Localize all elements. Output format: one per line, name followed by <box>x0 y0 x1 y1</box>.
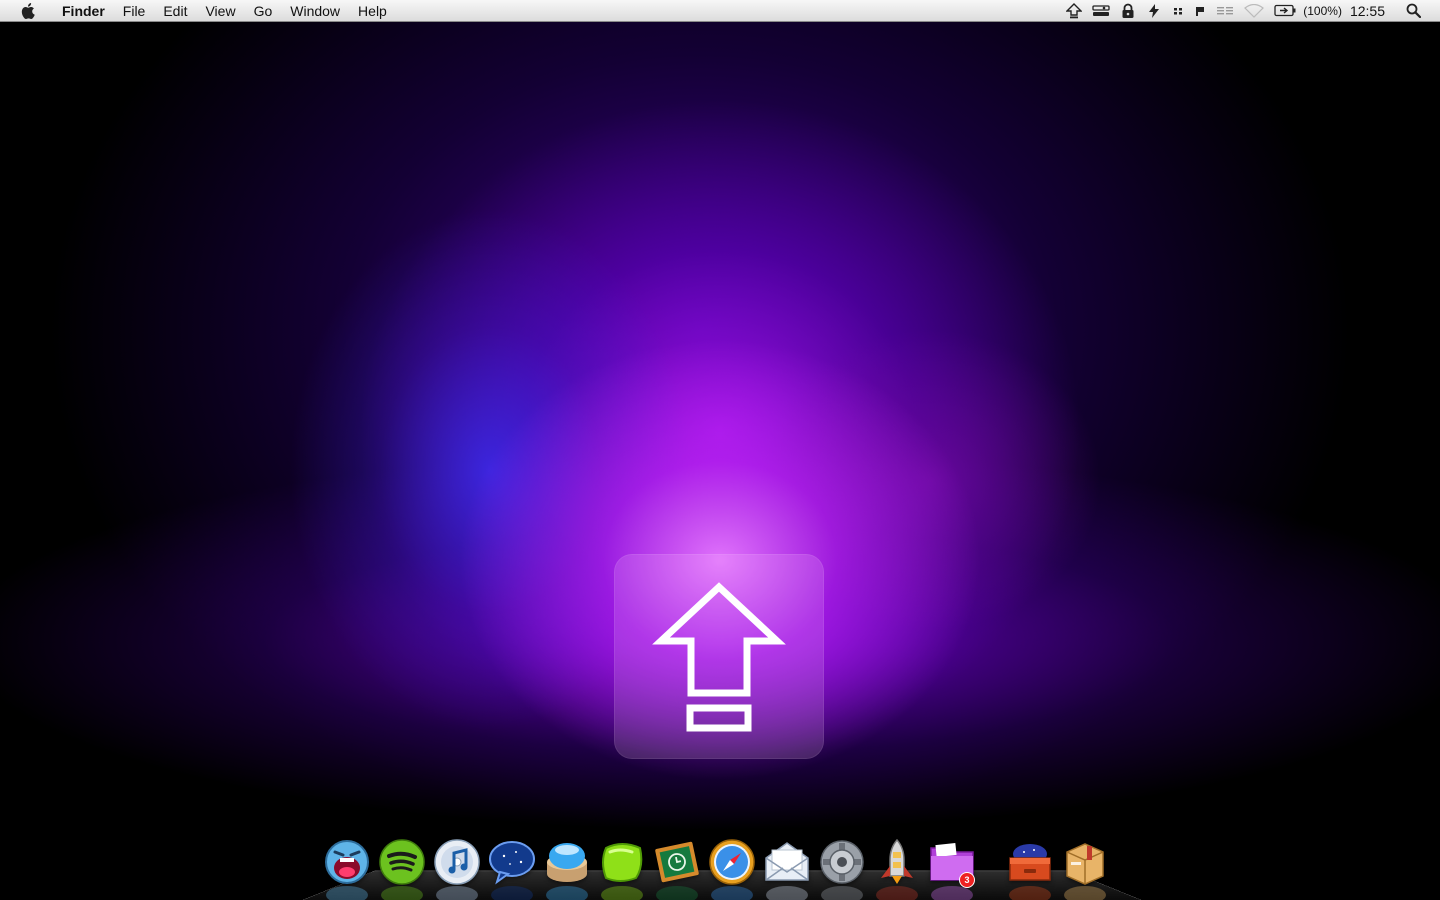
lime-icon <box>602 843 643 882</box>
dock-app-chalkboard-clock[interactable] <box>652 836 702 900</box>
toggle-switch-icon[interactable] <box>1092 0 1110 22</box>
status-area: (100%) 12:55 <box>1061 0 1440 22</box>
package-icon <box>1066 843 1104 885</box>
battery-percent: (100%) <box>1303 3 1342 18</box>
dock-app-purple-folder[interactable]: 3 <box>927 836 977 900</box>
screaming-face-icon <box>325 840 369 884</box>
flag-icon[interactable] <box>1194 0 1206 22</box>
itunes-icon <box>434 839 480 885</box>
upload-overlay <box>614 554 824 759</box>
menu-go[interactable]: Go <box>245 0 282 22</box>
spotify-icon <box>379 839 425 885</box>
compass-icon <box>709 839 755 885</box>
dock-app-screaming-face[interactable] <box>322 836 372 900</box>
dock: 3 <box>322 828 1115 900</box>
grid-icon[interactable] <box>1172 0 1184 22</box>
sync-icon[interactable] <box>1146 0 1162 22</box>
upload-icon[interactable] <box>1066 0 1083 22</box>
dock-app-stack-box[interactable] <box>1005 836 1055 900</box>
dock-app-blue-button[interactable] <box>542 836 592 900</box>
menu-file[interactable]: File <box>114 0 155 22</box>
dock-app-chat[interactable] <box>487 836 537 900</box>
menu-edit[interactable]: Edit <box>154 0 196 22</box>
dock-app-system-preferences[interactable] <box>817 836 867 900</box>
chat-bubble-icon <box>489 841 535 885</box>
menu-bar: Finder File Edit View Go Window Help (10… <box>0 0 1440 22</box>
dock-app-safari[interactable] <box>707 836 757 900</box>
envelope-icon <box>765 842 809 881</box>
menu-clock[interactable]: 12:55 <box>1350 3 1385 19</box>
dock-app-mail[interactable] <box>762 836 812 900</box>
dock-app-package[interactable] <box>1060 836 1110 900</box>
apple-menu-icon[interactable] <box>19 2 39 20</box>
upload-arrow-icon <box>652 582 786 732</box>
chalkboard-clock-icon <box>655 841 699 883</box>
menu-help[interactable]: Help <box>349 0 396 22</box>
menu-app-finder[interactable]: Finder <box>53 0 114 22</box>
dock-app-lime[interactable] <box>597 836 647 900</box>
menu-view[interactable]: View <box>196 0 244 22</box>
dock-app-rocket[interactable] <box>872 836 922 900</box>
rocket-icon <box>881 838 913 884</box>
dock-badge: 3 <box>959 872 975 888</box>
bars-icon[interactable] <box>1216 0 1234 22</box>
stack-box-icon <box>1009 844 1051 881</box>
battery-icon[interactable] <box>1274 0 1296 22</box>
blue-button-icon <box>547 843 587 882</box>
dock-app-spotify[interactable] <box>377 836 427 900</box>
wifi-icon[interactable] <box>1244 0 1265 22</box>
lock-icon[interactable] <box>1120 0 1136 22</box>
gear-icon <box>820 840 864 884</box>
menu-window[interactable]: Window <box>281 0 349 22</box>
dock-app-itunes[interactable] <box>432 836 482 900</box>
spotlight-search-icon[interactable] <box>1406 0 1421 22</box>
